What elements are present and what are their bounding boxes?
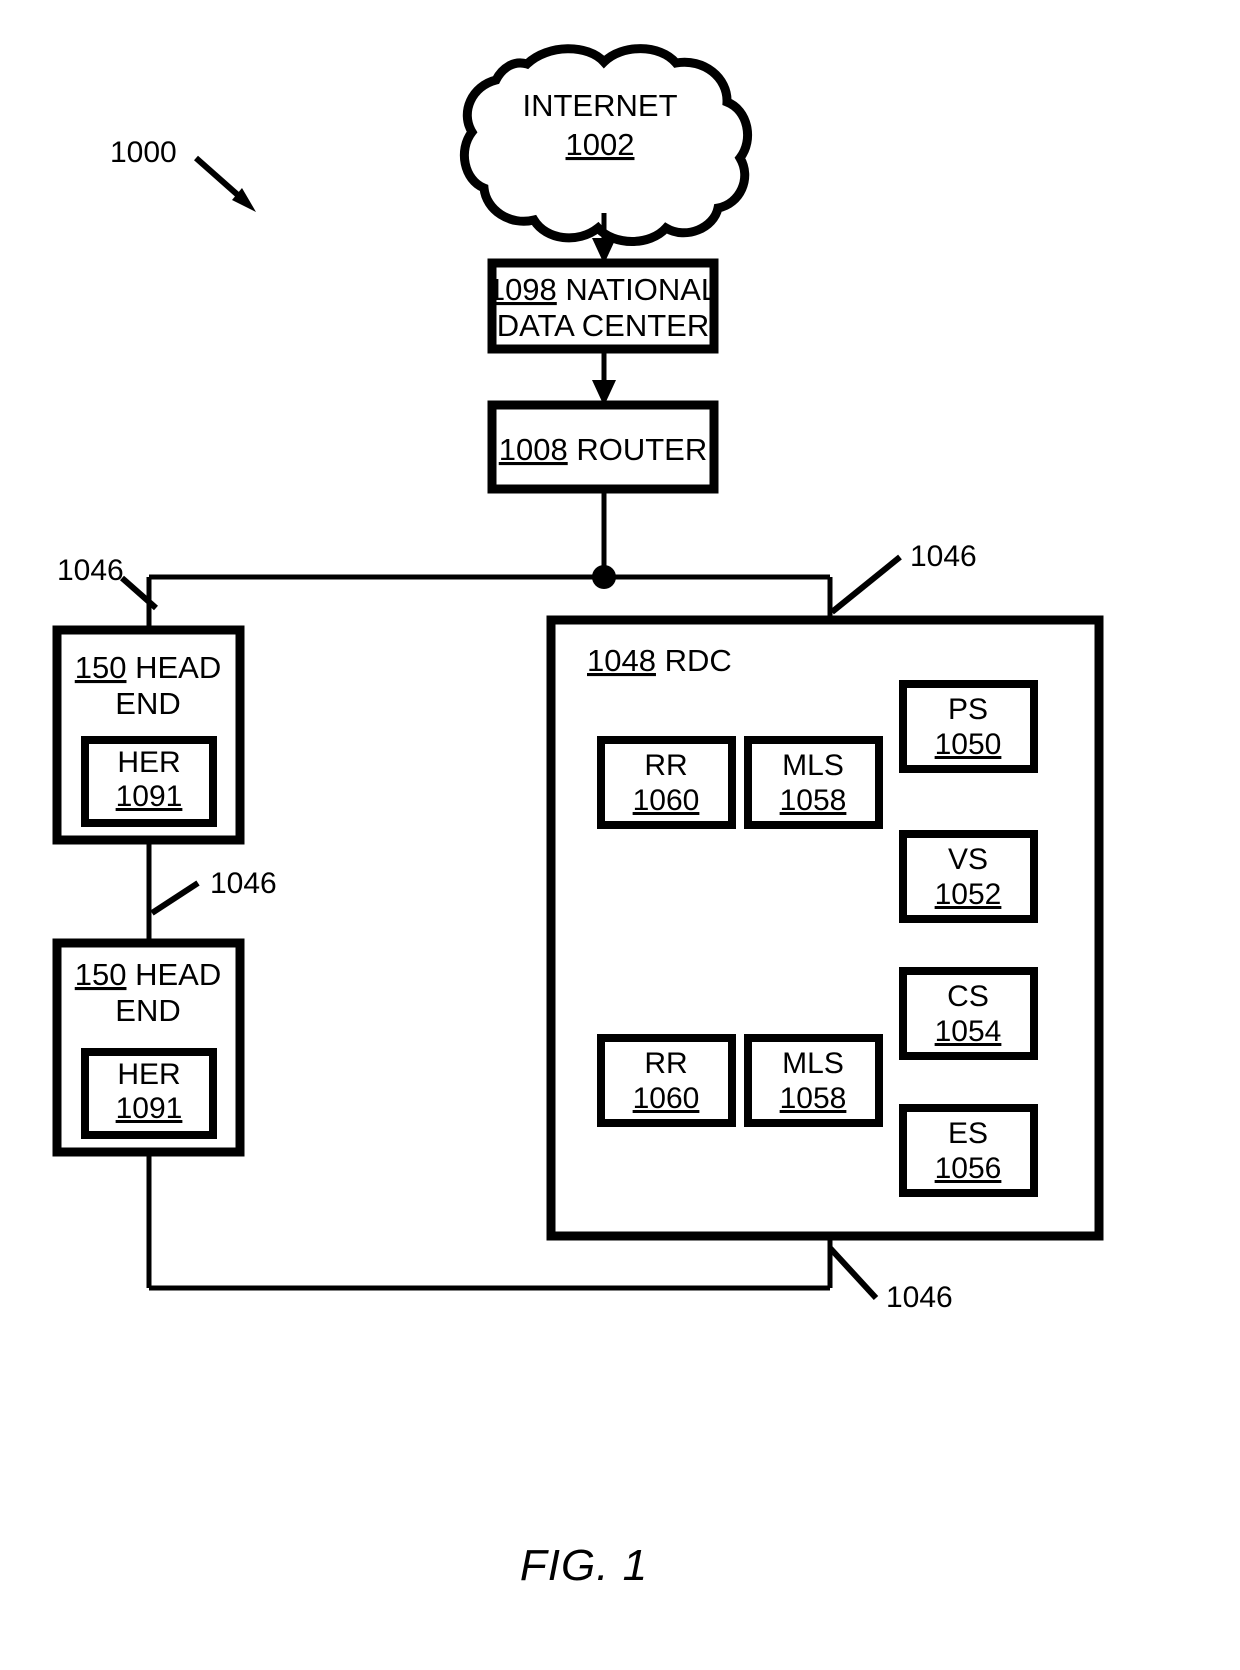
cs-label: CS (947, 980, 989, 1013)
figure-caption: FIG. 1 (520, 1541, 648, 1590)
node-her-1: HER 1091 (81, 736, 217, 827)
node-rr-upper: RR 1060 (597, 736, 736, 829)
node-es: ES 1056 (899, 1104, 1038, 1197)
rr-upper-label: RR (644, 749, 687, 782)
node-router: 1008 ROUTER (487, 400, 719, 494)
node-cs: CS 1054 (899, 967, 1038, 1060)
arrow-ndc-to-router (592, 349, 616, 406)
link-label-bottom: 1046 (827, 1245, 953, 1314)
router-ref: 1008 (499, 432, 568, 467)
node-rr-lower: RR 1060 (597, 1034, 736, 1127)
rr-lower-ref: 1060 (633, 1082, 700, 1115)
node-national-data-center: 1098 NATIONAL DATA CENTER (487, 258, 719, 354)
router-label: ROUTER (576, 432, 707, 467)
link-label-top-left: 1046 (57, 554, 158, 611)
cs-ref: 1054 (935, 1015, 1002, 1048)
system-label-arrow (194, 155, 256, 212)
node-mls-lower: MLS 1058 (744, 1034, 883, 1127)
node-rdc: 1048 RDC RR 1060 MLS 1058 PS 1050 VS 105… (546, 615, 1104, 1241)
rdc-label: RDC (665, 643, 732, 678)
her-1-ref: 1091 (116, 780, 183, 813)
link-label-bottom-text: 1046 (886, 1281, 953, 1314)
rdc-ref: 1048 (587, 643, 656, 678)
mls-lower-label: MLS (782, 1047, 844, 1080)
her-2-label: HER (117, 1058, 180, 1091)
node-head-end-1: 150 HEAD END HER 1091 (52, 625, 245, 845)
internet-ref: 1002 (566, 127, 635, 162)
svg-text:150 HEAD: 150 HEAD (75, 957, 222, 992)
svg-text:1098 NATIONAL: 1098 NATIONAL (488, 272, 718, 307)
svg-text:150 HEAD: 150 HEAD (75, 650, 222, 685)
rr-lower-label: RR (644, 1047, 687, 1080)
ps-label: PS (948, 693, 988, 726)
head-end-1-line1: HEAD (135, 650, 221, 685)
link-label-middle: 1046 (150, 867, 277, 916)
ps-ref: 1050 (935, 728, 1002, 761)
ndc-line1: NATIONAL (565, 272, 718, 307)
node-head-end-2: 150 HEAD END HER 1091 (52, 938, 245, 1157)
head-end-1-line2: END (115, 686, 180, 721)
internet-label: INTERNET (523, 88, 678, 123)
link-label-top-left-text: 1046 (57, 554, 124, 587)
head-end-2-line2: END (115, 993, 180, 1028)
system-label-1000: 1000 (110, 136, 177, 169)
es-label: ES (948, 1117, 988, 1150)
head-end-2-ref: 150 (75, 957, 127, 992)
head-end-1-ref: 150 (75, 650, 127, 685)
node-vs: VS 1052 (899, 830, 1038, 923)
rr-upper-ref: 1060 (633, 784, 700, 817)
vs-ref: 1052 (935, 878, 1002, 911)
vs-label: VS (948, 843, 988, 876)
svg-text:1048 RDC: 1048 RDC (587, 643, 732, 678)
svg-text:1008 ROUTER: 1008 ROUTER (499, 432, 707, 467)
ndc-line2: DATA CENTER (497, 308, 709, 343)
patent-figure: 1000 INTERNET 1002 1098 NATIONAL DATA CE… (0, 0, 1240, 1670)
ndc-ref: 1098 (488, 272, 557, 307)
node-her-2: HER 1091 (81, 1048, 217, 1139)
network-bus-1046 (146, 489, 833, 630)
her-2-ref: 1091 (116, 1092, 183, 1125)
link-label-top-right: 1046 (830, 540, 977, 615)
her-1-label: HER (117, 746, 180, 779)
internet-cloud: INTERNET 1002 (459, 44, 753, 246)
link-label-middle-text: 1046 (210, 867, 277, 900)
mls-upper-ref: 1058 (780, 784, 847, 817)
bus-junction-dot (592, 565, 616, 589)
mls-lower-ref: 1058 (780, 1082, 847, 1115)
node-ps: PS 1050 (899, 680, 1038, 773)
mls-upper-label: MLS (782, 749, 844, 782)
es-ref: 1056 (935, 1152, 1002, 1185)
head-end-2-line1: HEAD (135, 957, 221, 992)
arrow-internet-to-ndc (592, 213, 616, 264)
node-mls-upper: MLS 1058 (744, 736, 883, 829)
link-label-top-right-text: 1046 (910, 540, 977, 573)
